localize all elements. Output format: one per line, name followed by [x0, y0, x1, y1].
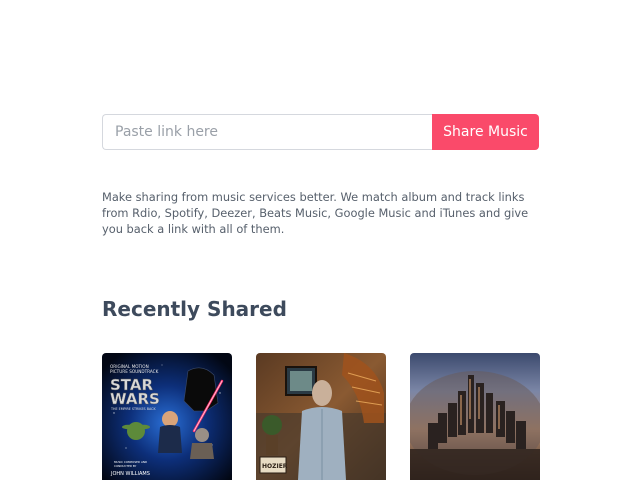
cover-top-text: PICTURE SOUNDTRACK [110, 369, 159, 374]
cover-credit: CONDUCTED BY [114, 464, 137, 468]
album-cover-image [410, 353, 540, 480]
album-cover-image: HOZIER [256, 353, 386, 480]
share-music-button[interactable]: Share Music [432, 114, 539, 150]
recently-shared-heading: Recently Shared [102, 297, 287, 321]
cover-subtitle: THE EMPIRE STRIKES BACK [110, 407, 156, 411]
cover-title: WARS [110, 390, 160, 408]
album-card-1[interactable]: ORIGINAL MOTION PICTURE SOUNDTRACK STAR … [102, 353, 232, 480]
share-form: Share Music [102, 114, 539, 150]
description-text: Make sharing from music services better.… [102, 190, 529, 236]
link-input[interactable] [102, 114, 432, 150]
album-card-3[interactable] [410, 353, 540, 480]
page: Share Music Make sharing from music serv… [0, 0, 640, 480]
album-card-2[interactable]: HOZIER [256, 353, 386, 480]
album-cover-image: ORIGINAL MOTION PICTURE SOUNDTRACK STAR … [102, 353, 232, 480]
cover-artist: JOHN WILLIAMS [110, 471, 150, 477]
cover-text: HOZIER [262, 463, 288, 470]
